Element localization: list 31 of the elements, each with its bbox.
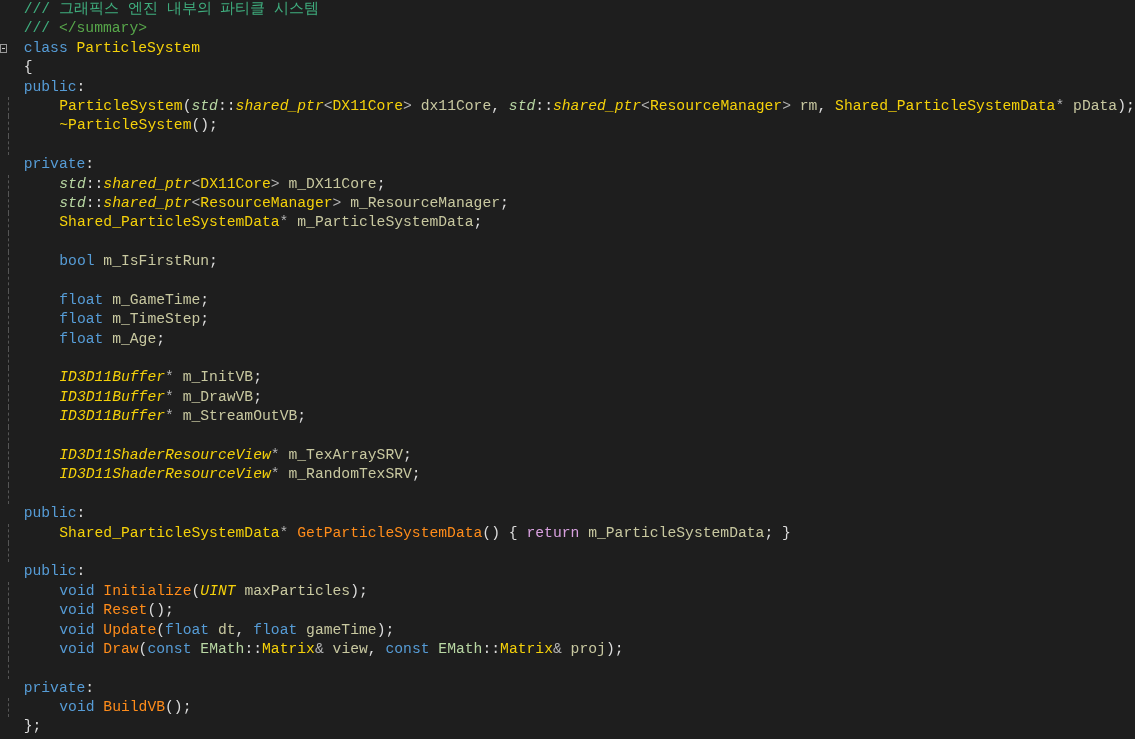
code-line: void Draw(const EMath::Matrix& view, const EMath::Matrix& proj); bbox=[58, 639, 624, 659]
code-line: Shared_ParticleSystemData* m_ParticleSystemData; bbox=[58, 213, 483, 233]
code-line: public: bbox=[23, 562, 86, 582]
code-line: void BuildVB(); bbox=[58, 698, 192, 718]
code-line: { bbox=[23, 58, 33, 78]
code-line: float m_TimeStep; bbox=[58, 310, 210, 330]
code-line: ID3D11ShaderResourceView* m_TexArraySRV; bbox=[58, 446, 412, 465]
code-line: Shared_ParticleSystemData* GetParticleSystemData() { return m_ParticleSystemData; } bbox=[58, 523, 791, 543]
collapse-icon[interactable] bbox=[0, 43, 7, 53]
code-line: /// </summary> bbox=[23, 19, 148, 39]
code-line: void Initialize(UINT maxParticles); bbox=[58, 581, 368, 601]
code-line: ID3D11Buffer* m_InitVB; bbox=[58, 368, 262, 388]
code-line: std::shared_ptr<DX11Core> m_DX11Core; bbox=[58, 174, 386, 194]
code-line: public: bbox=[23, 77, 86, 97]
code-line: /// 그래픽스 엔진 내부의 파티클 시스템 bbox=[23, 0, 320, 19]
code-line: public: bbox=[23, 504, 86, 524]
code-line: ~ParticleSystem(); bbox=[58, 116, 218, 136]
code-line: ID3D11Buffer* m_StreamOutVB; bbox=[58, 407, 307, 427]
code-line: ParticleSystem(std::shared_ptr<DX11Core> dx11Core, std::shared_ptr<ResourceManager> rm, Shared_ParticleSystemData* pData); bbox=[58, 96, 1135, 116]
code-line: class ParticleSystem bbox=[23, 38, 200, 58]
code-line: void Update(float dt, float gameTime); bbox=[58, 620, 395, 640]
code-line: float m_GameTime; bbox=[58, 290, 210, 310]
code-line: private: bbox=[23, 678, 95, 698]
code-line: float m_Age; bbox=[58, 329, 166, 349]
code-line: std::shared_ptr<ResourceManager> m_ResourceManager; bbox=[58, 193, 509, 213]
code-line: ID3D11ShaderResourceView* m_RandomTexSRV; bbox=[58, 465, 421, 485]
code-line: }; bbox=[23, 717, 42, 737]
code-line: ID3D11Buffer* m_DrawVB; bbox=[58, 387, 262, 407]
code-line: bool m_IsFirstRun; bbox=[58, 252, 218, 272]
code-line: void Reset(); bbox=[58, 601, 174, 621]
code-line: private: bbox=[23, 155, 95, 175]
